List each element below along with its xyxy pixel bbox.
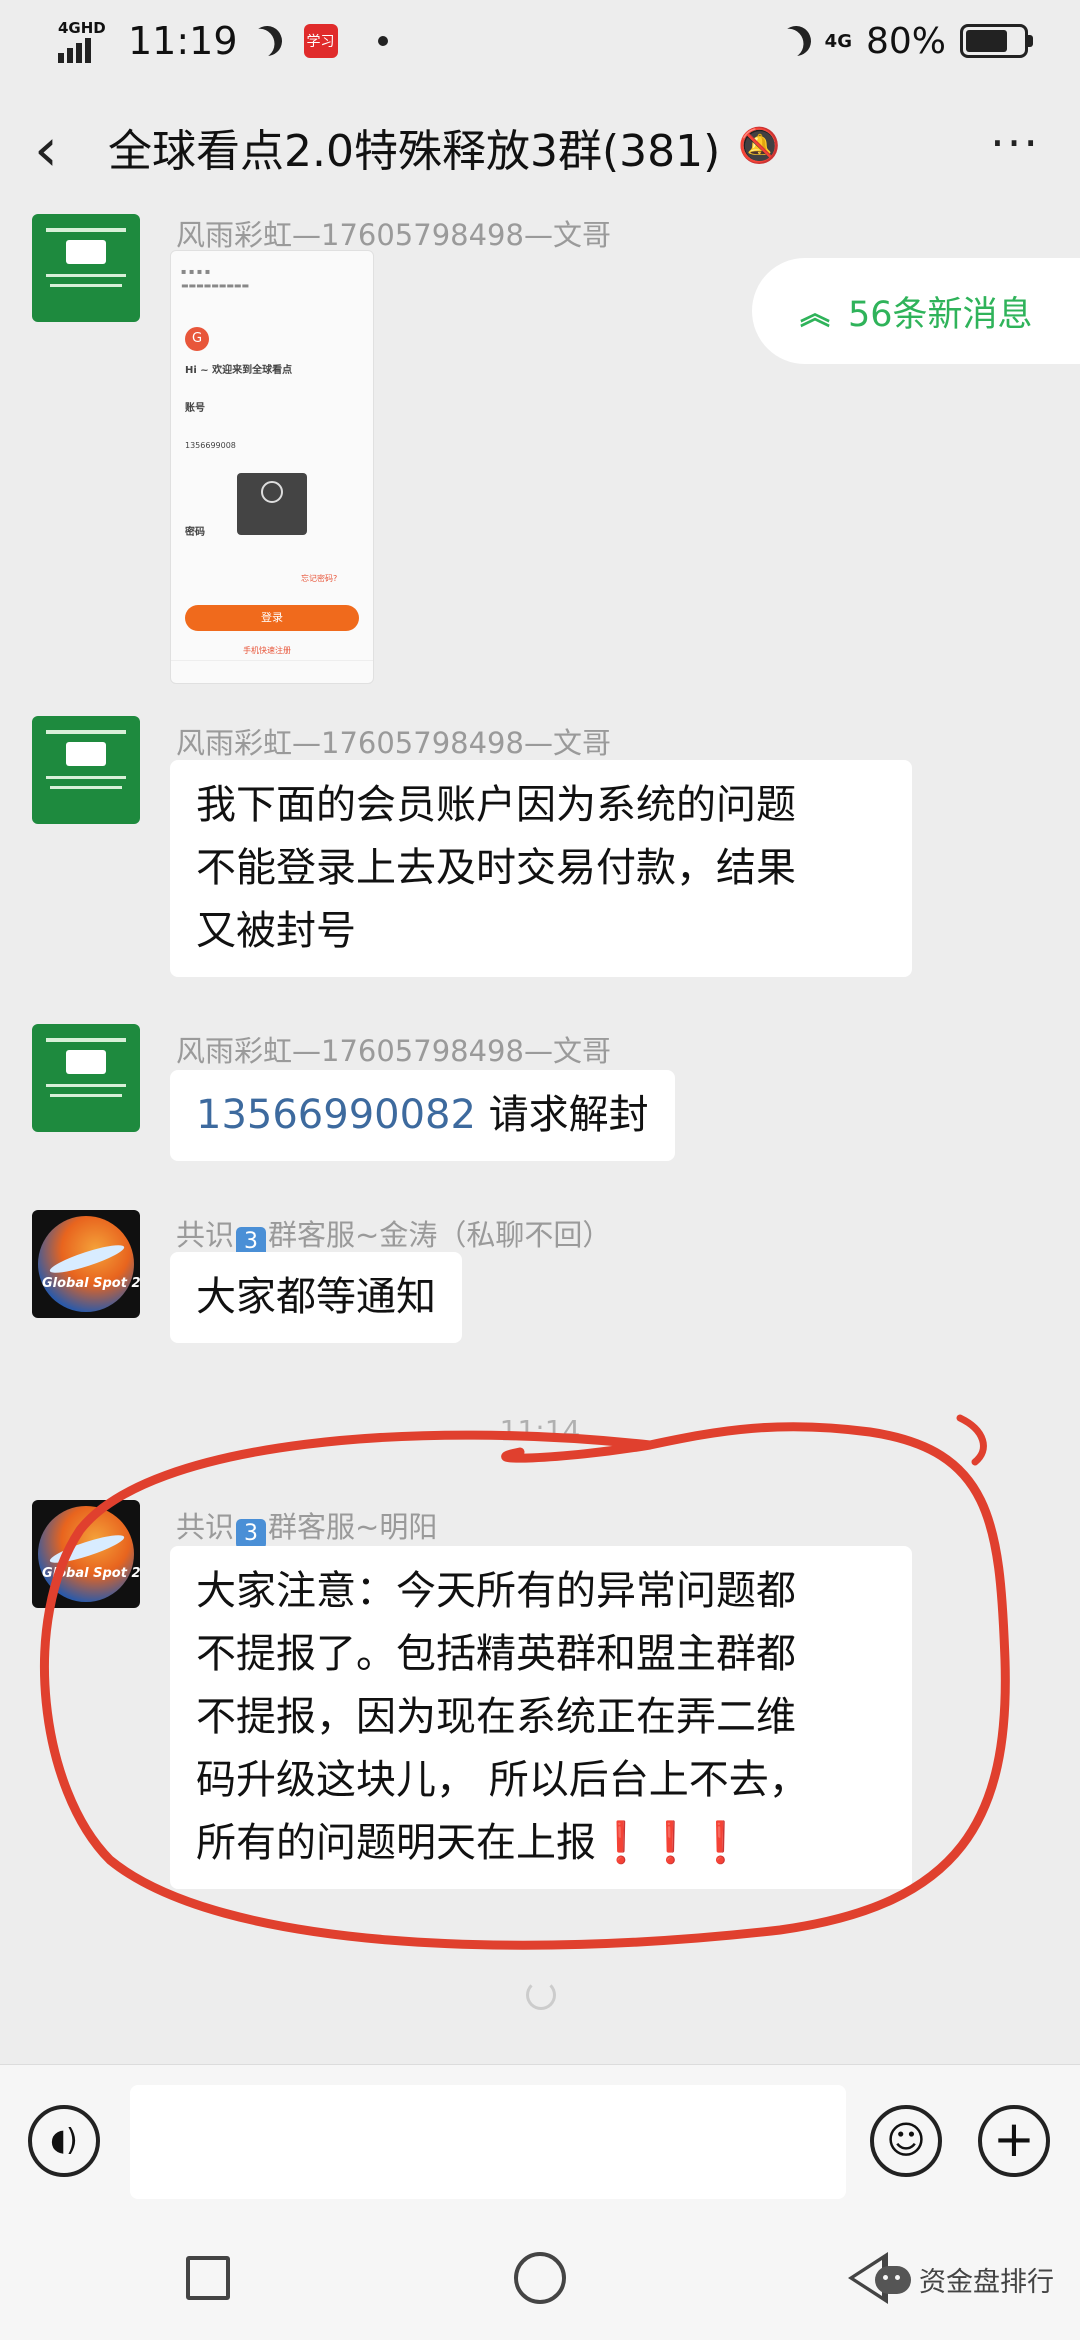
chat-header: ‹ 全球看点2.0特殊释放3群(381) 🔕 ··· <box>0 86 1080 214</box>
battery-level-fill <box>966 30 1007 52</box>
avatar-logo-text: Global Spot 2.0 <box>42 1566 140 1581</box>
preview-nav <box>171 660 373 683</box>
chat-message-list[interactable]: 风雨彩虹—17605798498—文哥 ▪ ▪ ▪ ▪ ▬▬▬▬▬▬▬▬▬ G … <box>0 214 1080 2064</box>
avatar-logo-text: Global Spot 2.0 <box>42 1276 140 1291</box>
wechat-icon <box>875 2265 911 2294</box>
more-options-icon[interactable]: ··· <box>990 116 1040 170</box>
loading-spinner-icon <box>526 1980 556 2010</box>
avatar[interactable] <box>32 214 140 322</box>
message-line: 又被封号 <box>196 908 356 954</box>
signal-bars-icon <box>58 37 118 63</box>
sender-name: 风雨彩虹—17605798498—文哥 <box>176 1034 611 1068</box>
message-input-bar: ◖) ☺ + <box>0 2064 1080 2217</box>
preview-account-label: 账号 <box>185 403 205 414</box>
group-title: 全球看点2.0特殊释放3群(381) <box>108 126 721 177</box>
message-line: 大家注意：今天所有的异常问题都 <box>196 1568 796 1614</box>
message-line: 我下面的会员账户因为系统的问题 <box>196 782 796 828</box>
preview-toast <box>237 473 307 535</box>
emoji-icon[interactable]: ☺ <box>870 2105 942 2177</box>
new-messages-label: 56条新消息 <box>848 294 1033 335</box>
message-bubble[interactable]: 大家都等通知 <box>170 1252 462 1343</box>
message-timestamp: 11:14 <box>499 1414 581 1447</box>
recent-apps-icon[interactable] <box>186 2256 230 2300</box>
sender-name: 共识 3 群客服~明阳 <box>176 1504 437 1549</box>
status-bar: 4GHD 11:19 学习 4G 80% <box>0 0 1080 86</box>
message-line: 所有的问题明天在上报❗❗❗ <box>196 1820 746 1866</box>
preview-login-button: 登录 <box>185 605 359 631</box>
preview-account-value: 1356699008 <box>185 441 236 450</box>
watermark-text: 资金盘排行 <box>919 2267 1054 2298</box>
battery-percent: 80% <box>865 20 946 62</box>
sender-name: 风雨彩虹—17605798498—文哥 <box>176 218 611 252</box>
phone-number-link[interactable]: 13566990082 <box>196 1092 476 1138</box>
system-navigation-bar: 资金盘排行 <box>0 2216 1080 2340</box>
message-line: 不能登录上去及时交易付款，结果 <box>196 845 796 891</box>
preview-password-label: 密码 <box>185 527 205 538</box>
app-notification-icon: 学习 <box>303 24 338 58</box>
exclamation-emoji-icon: ❗❗❗ <box>596 1820 746 1866</box>
watermark: 资金盘排行 <box>875 2260 1054 2299</box>
network-type: 4GHD <box>58 18 106 37</box>
message-input[interactable] <box>130 2085 846 2199</box>
sender-name: 共识 3 群客服~金涛（私聊不回） <box>176 1212 611 1257</box>
preview-forgot: 忘记密码? <box>301 574 338 583</box>
message-line: 不提报了。包括精英群和盟主群都 <box>196 1631 796 1677</box>
sender-name: 风雨彩虹—17605798498—文哥 <box>176 726 611 760</box>
message-text: 大家都等通知 <box>196 1274 436 1320</box>
voice-input-icon[interactable]: ◖) <box>28 2105 100 2177</box>
network-4g-label: 4G <box>824 30 852 52</box>
message-bubble[interactable]: 大家注意：今天所有的异常问题都 不提报了。包括精英群和盟主群都 不提报，因为现在… <box>170 1546 912 1889</box>
message-text: 请求解封 <box>475 1092 649 1138</box>
image-message[interactable]: ▪ ▪ ▪ ▪ ▬▬▬▬▬▬▬▬▬ G Hi ~ 欢迎来到全球看点 账号 135… <box>170 250 374 684</box>
message-line: 不提报，因为现在系统正在弄二维 <box>196 1694 796 1740</box>
avatar[interactable]: Global Spot 2.0 <box>32 1500 140 1608</box>
avatar[interactable]: Global Spot 2.0 <box>32 1210 140 1318</box>
back-arrow-icon[interactable]: ‹ <box>34 120 74 180</box>
more-notifications-dot <box>377 36 388 46</box>
avatar[interactable] <box>32 716 140 824</box>
avatar[interactable] <box>32 1024 140 1132</box>
keycap-3-icon: 3 <box>236 1519 267 1549</box>
preview-register: 手机快速注册 <box>243 646 291 655</box>
do-not-disturb-icon <box>247 22 285 60</box>
new-messages-button[interactable]: ︽ 56条新消息 <box>752 258 1080 364</box>
do-not-disturb-icon-right <box>776 22 814 60</box>
battery-icon <box>960 24 1033 58</box>
status-time: 11:19 <box>128 19 238 63</box>
double-chevron-up-icon: ︽ <box>800 297 830 332</box>
home-icon[interactable] <box>514 2252 566 2304</box>
add-more-icon[interactable]: + <box>978 2105 1050 2177</box>
app-logo-icon: G <box>185 327 209 351</box>
muted-bell-icon: 🔕 <box>738 126 781 166</box>
message-bubble[interactable]: 我下面的会员账户因为系统的问题 不能登录上去及时交易付款，结果 又被封号 <box>170 760 912 977</box>
message-bubble[interactable]: 13566990082 请求解封 <box>170 1070 675 1161</box>
preview-greeting: Hi ~ 欢迎来到全球看点 <box>185 365 293 376</box>
signal-indicator: 4GHD <box>58 20 118 63</box>
message-line: 码升级这块儿， 所以后台上不去， <box>196 1757 809 1803</box>
